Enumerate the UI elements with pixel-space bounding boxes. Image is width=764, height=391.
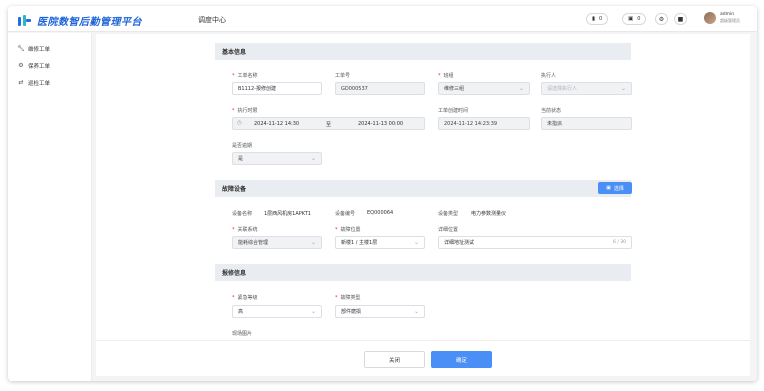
team-select[interactable]: 维修三组 ⌄ <box>438 82 530 95</box>
overdue-label: 是否逾期 <box>232 143 253 149</box>
device-name-value: 1层西风机房1APKT1 <box>264 211 311 217</box>
message-counter-button[interactable]: ▣ 0 <box>622 13 647 25</box>
chevron-down-icon: ⌄ <box>413 308 419 315</box>
wrench-icon: 🔧︎ <box>17 45 25 52</box>
chevron-down-icon: ⌄ <box>310 239 316 246</box>
char-counter: 6 / 30 <box>613 240 626 245</box>
clock-icon: ◷ <box>237 120 242 126</box>
status-label: 当前状态 <box>541 108 562 114</box>
exec-time-range[interactable]: ◷ 2024-11-12 14:30 至 2024-11-13 00:00 <box>232 117 425 130</box>
sidebar-item-label: 巡检工单 <box>28 80 51 87</box>
top-header: 医院数智后勤管理平台 调度中心 ▮ 0 ▣ 0 ⚙ ■ admin 超级管理员 <box>8 6 757 32</box>
alarm-counter-button[interactable]: ▮ 0 <box>586 13 609 25</box>
logo-text: 医院数智后勤管理平台 <box>37 17 142 28</box>
alarm-icon: ▮ <box>592 16 596 22</box>
exec-time-label: * 执行时限 <box>232 108 258 114</box>
detail-location-input[interactable]: 详细地址测试 6 / 30 <box>438 236 632 249</box>
chevron-down-icon: ⌄ <box>310 308 316 315</box>
sidebar: 🔧︎ 维修工单 ⚙ 保养工单 ⇄ 巡检工单 <box>8 33 92 381</box>
avatar <box>704 12 716 24</box>
urgency-label: * 紧急等级 <box>232 295 258 301</box>
photo-label: 现场图片 <box>232 331 253 337</box>
chevron-down-icon: ⌄ <box>620 85 626 92</box>
sidebar-item-repair[interactable]: 🔧︎ 维修工单 <box>8 40 91 57</box>
alarm-count: 0 <box>599 16 603 22</box>
executor-label: 执行人 <box>541 73 557 79</box>
gear-icon: ⚙ <box>18 62 24 69</box>
dialog-footer: 关闭 确定 <box>96 340 750 376</box>
select-icon: ▣ <box>606 185 611 191</box>
overdue-select[interactable]: 是 ⌄ <box>232 152 322 165</box>
select-device-button[interactable]: ▣ 选择 <box>598 182 632 194</box>
exec-end: 2024-11-13 00:00 <box>358 121 404 127</box>
route-icon: ⇄ <box>18 79 24 86</box>
settings-button[interactable]: ⚙ <box>655 13 668 25</box>
section-repair-info: 报修信息 <box>215 264 631 281</box>
chevron-down-icon: ⌄ <box>518 85 524 92</box>
created-time-label: 工单创建时间 <box>438 108 469 114</box>
video-button[interactable]: ■ <box>674 13 687 25</box>
chevron-down-icon: ⌄ <box>413 239 419 246</box>
device-name-label: 设备名称 <box>232 211 253 217</box>
section-basic-info: 基本信息 <box>215 43 631 60</box>
system-select[interactable]: 能耗综合管理 ⌄ <box>232 236 322 249</box>
app-window: 医院数智后勤管理平台 调度中心 ▮ 0 ▣ 0 ⚙ ■ admin 超级管理员 … <box>8 6 757 381</box>
executor-select[interactable]: 请选择执行人 ⌄ <box>541 82 632 95</box>
fault-type-label: * 故障类型 <box>335 295 361 301</box>
created-time-input: 2024-11-12 14:23:39 <box>438 117 530 130</box>
logo-icon <box>18 15 32 26</box>
gear-icon: ⚙ <box>658 15 665 23</box>
status-input: 未指派 <box>541 117 632 130</box>
detail-location-label: 详细位置 <box>438 227 459 233</box>
device-code-value: EQ000064 <box>367 210 394 216</box>
sidebar-item-label: 保养工单 <box>28 63 51 70</box>
form-panel: 基本信息 * 工单名称 B1112-报修创建 工单号 GD000537 * 班组 维… <box>96 34 750 340</box>
device-code-label: 设备编号 <box>335 211 356 217</box>
order-name-input[interactable]: B1112-报修创建 <box>232 82 322 95</box>
page-title: 调度中心 <box>198 16 226 24</box>
confirm-button[interactable]: 确定 <box>431 351 492 368</box>
fault-location-label: * 故障位置 <box>335 227 361 233</box>
system-label: * 关联系统 <box>232 227 258 233</box>
device-type-label: 设备类型 <box>438 211 459 217</box>
range-separator: 至 <box>326 122 332 128</box>
sidebar-item-maintenance[interactable]: ⚙ 保养工单 <box>8 57 91 74</box>
order-no-input: GD000537 <box>335 82 425 95</box>
order-no-label: 工单号 <box>335 73 351 79</box>
app-logo[interactable]: 医院数智后勤管理平台 <box>18 13 142 28</box>
user-menu[interactable]: admin 超级管理员 <box>704 12 740 24</box>
section-faulty-device: 故障设备 <box>215 180 631 197</box>
urgency-select[interactable]: 高 ⌄ <box>232 305 322 318</box>
order-name-label: * 工单名称 <box>232 73 258 79</box>
device-type-value: 电力参数测量仪 <box>471 211 507 217</box>
close-button[interactable]: 关闭 <box>364 351 425 368</box>
fault-type-select[interactable]: 部件磨损 ⌄ <box>335 305 425 318</box>
message-count: 0 <box>637 16 641 22</box>
camera-icon: ■ <box>677 15 684 23</box>
exec-start: 2024-11-12 14:30 <box>254 121 300 127</box>
chevron-down-icon: ⌄ <box>310 155 316 162</box>
fault-location-select[interactable]: 新楼1 / 主楼1层 ⌄ <box>335 236 425 249</box>
team-label: * 班组 <box>438 73 454 79</box>
sidebar-item-inspection[interactable]: ⇄ 巡检工单 <box>8 74 91 91</box>
user-role: 超级管理员 <box>720 18 740 23</box>
sidebar-item-label: 维修工单 <box>28 46 51 53</box>
message-icon: ▣ <box>628 16 634 22</box>
